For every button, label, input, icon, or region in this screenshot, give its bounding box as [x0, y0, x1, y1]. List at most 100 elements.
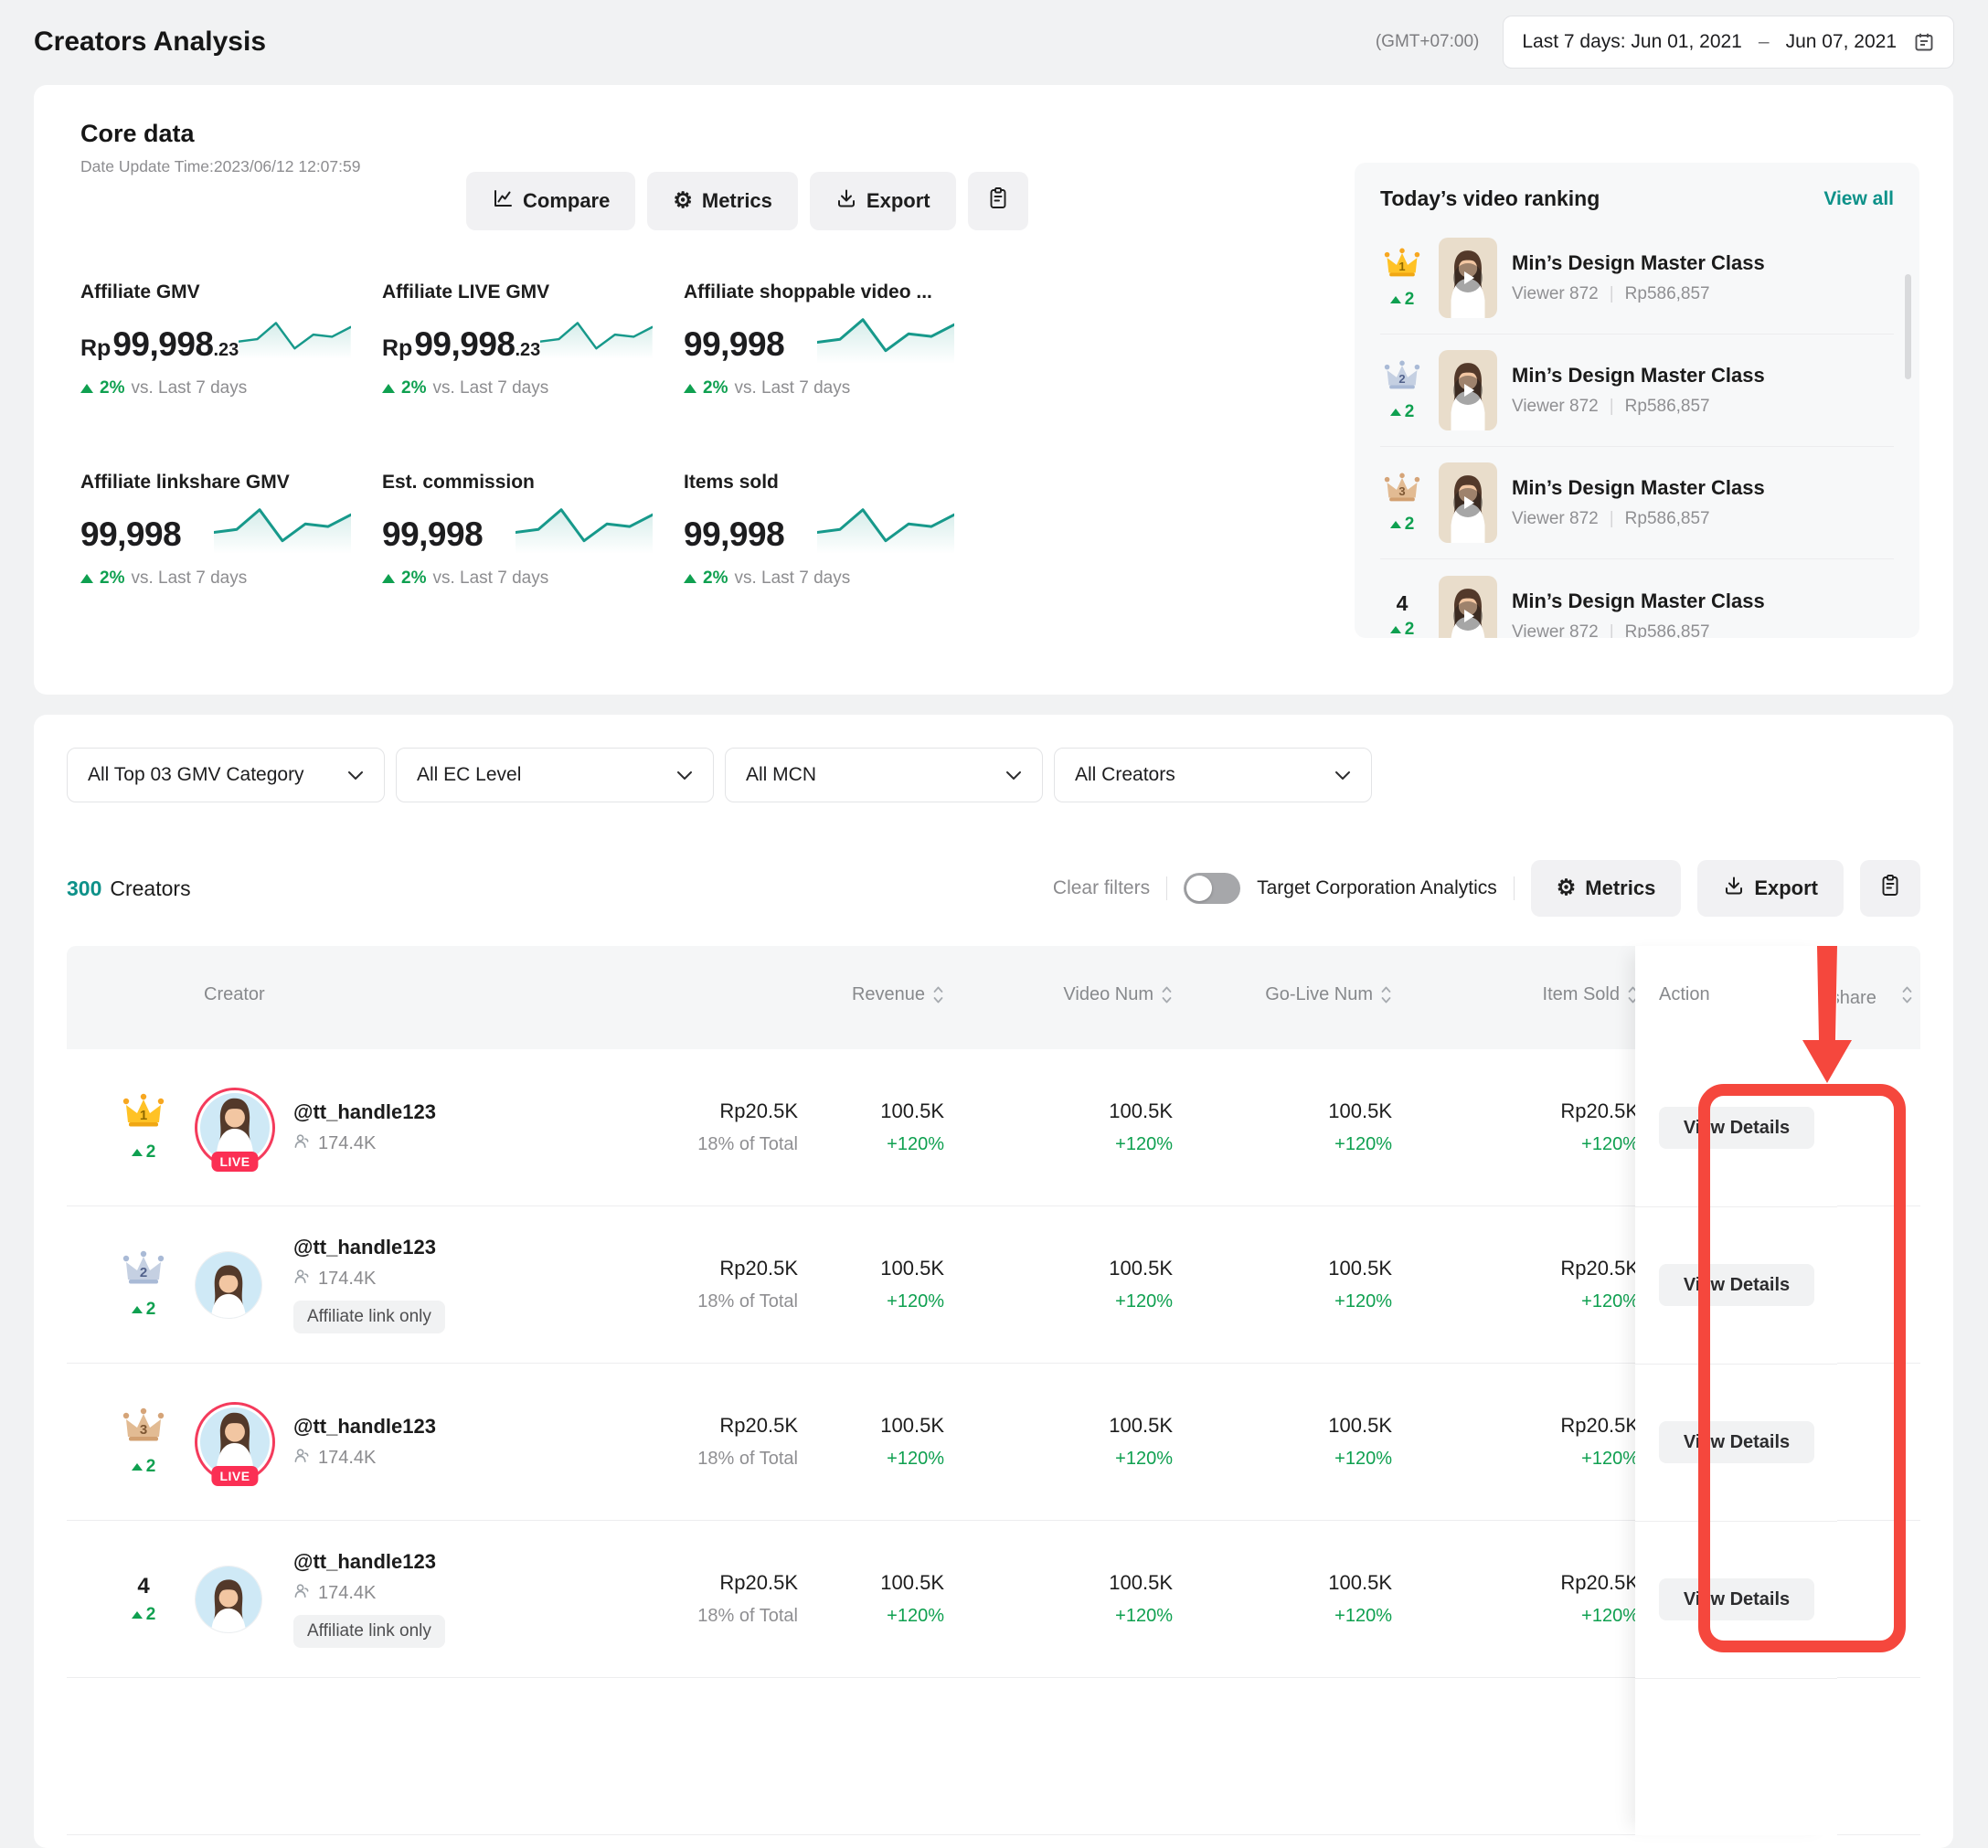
toolbar-right: Clear filters Target Corporation Analyti…	[1053, 860, 1920, 917]
target-analytics-toggle[interactable]	[1184, 873, 1240, 904]
creators-table: Creator Revenue Video Num Go-Live Num It…	[67, 946, 1920, 1835]
calendar-icon	[1913, 31, 1935, 53]
metric-tile: Affiliate GMV Rp99,998.23 2% vs. Last 7 …	[80, 281, 382, 398]
video-thumbnail[interactable]	[1439, 238, 1497, 318]
compare-icon	[492, 187, 514, 215]
chevron-down-icon	[1005, 764, 1022, 786]
row-creator-info: @tt_handle123 174.4K Affiliate link only	[293, 1236, 568, 1333]
column-header-item-sold[interactable]: Item Sold	[1399, 946, 1646, 1011]
creator-avatar-live[interactable]: LIVE	[195, 1088, 275, 1168]
column-header-golive-num[interactable]: Go-Live Num	[1180, 946, 1399, 1011]
ranking-item-info: Min’s Design Master Class Viewer 872 | R…	[1512, 364, 1765, 417]
metric-value: 99,998	[684, 325, 784, 364]
trend-up-icon	[1390, 521, 1401, 528]
table-metrics-button[interactable]: ⚙ Metrics	[1531, 860, 1682, 917]
divider	[1166, 876, 1167, 900]
date-range-end: Jun 07, 2021	[1786, 31, 1897, 53]
metric-delta-pct: 2%	[100, 568, 124, 589]
page-title: Creators Analysis	[34, 27, 266, 58]
metric-delta-suffix: vs. Last 7 days	[432, 568, 548, 589]
view-details-button[interactable]: View Details	[1659, 1421, 1814, 1463]
play-icon[interactable]	[1439, 238, 1497, 318]
gear-icon: ⚙	[1557, 877, 1577, 899]
table-copy-button[interactable]	[1860, 860, 1920, 917]
chevron-down-icon	[676, 764, 693, 786]
column-header-revenue[interactable]: Revenue	[805, 946, 951, 1011]
metrics-button[interactable]: ⚙ Metrics	[647, 172, 798, 230]
cell-video-num: 100.5K +120%	[805, 1414, 951, 1470]
filter-dropdown[interactable]: All EC Level	[396, 748, 714, 802]
target-analytics-label: Target Corporation Analytics	[1257, 877, 1497, 899]
view-details-button[interactable]: View Details	[1659, 1107, 1814, 1149]
sparkline-chart	[214, 503, 351, 554]
metric-delta-pct: 2%	[100, 378, 124, 398]
cell-golive-num: 100.5K +120%	[951, 1099, 1180, 1155]
video-thumbnail[interactable]	[1439, 350, 1497, 430]
trend-up-icon	[80, 574, 93, 583]
metric-value-row: 99,998	[684, 311, 954, 364]
ranking-scrollbar[interactable]	[1905, 274, 1911, 379]
cell-item-sold: 100.5K +120%	[1180, 1571, 1399, 1627]
download-icon	[835, 187, 857, 215]
creator-handle: @tt_handle123	[293, 1415, 568, 1439]
video-thumbnail[interactable]	[1439, 462, 1497, 543]
metric-tile: Items sold 99,998 2% vs. Last 7 days	[684, 472, 985, 589]
view-all-link[interactable]: View all	[1823, 188, 1894, 210]
header-spacer	[67, 1041, 195, 1079]
metric-value: 99,998	[684, 515, 784, 554]
video-ranking-panel: Today’s video ranking View all 1 2 Min’s…	[1355, 163, 1919, 638]
rank-delta: 2	[132, 1300, 156, 1320]
metric-tile: Affiliate linkshare GMV 99,998 2% vs. La…	[80, 472, 382, 589]
play-icon[interactable]	[1439, 350, 1497, 430]
video-thumbnail[interactable]	[1439, 576, 1497, 639]
export-button[interactable]: Export	[810, 172, 956, 230]
filter-dropdown[interactable]: All Creators	[1054, 748, 1372, 802]
cell-item-sold: 100.5K +120%	[1180, 1099, 1399, 1155]
metric-delta-suffix: vs. Last 7 days	[131, 568, 247, 589]
filters-row: All Top 03 GMV Category All EC Level All…	[67, 748, 1372, 802]
cell-revenue: Rp20.5K 18% of Total	[568, 1571, 805, 1627]
video-stats: Viewer 872 | Rp586,857	[1512, 397, 1765, 417]
row-creator-info: @tt_handle123 174.4K	[293, 1415, 568, 1470]
creator-handle: @tt_handle123	[293, 1236, 568, 1259]
metric-delta: 2% vs. Last 7 days	[80, 568, 351, 589]
metric-value: 99,998	[382, 515, 483, 554]
creator-avatar-live[interactable]: LIVE	[195, 1402, 275, 1482]
compare-button[interactable]: Compare	[466, 172, 635, 230]
creator-avatar[interactable]	[195, 1251, 262, 1319]
creator-avatar[interactable]	[195, 1566, 262, 1633]
filter-dropdown[interactable]: All MCN	[725, 748, 1043, 802]
chevron-down-icon	[1334, 764, 1351, 786]
metric-delta: 2% vs. Last 7 days	[684, 378, 954, 398]
view-details-button[interactable]: View Details	[1659, 1264, 1814, 1306]
metrics-label: Metrics	[702, 189, 772, 213]
metric-label: Affiliate GMV	[80, 281, 351, 303]
metric-delta-pct: 2%	[703, 568, 728, 589]
svg-text:2: 2	[140, 1265, 147, 1280]
date-range-picker[interactable]: Last 7 days: Jun 01, 2021 – Jun 07, 2021	[1503, 16, 1954, 69]
view-details-button[interactable]: View Details	[1659, 1578, 1814, 1620]
cell-revenue: Rp20.5K 18% of Total	[568, 1099, 805, 1155]
copy-button[interactable]	[968, 172, 1028, 230]
trend-up-icon	[382, 384, 395, 393]
metric-label: Est. commission	[382, 472, 653, 494]
ranking-item: 4 2 Min’s Design Master Class Viewer 872…	[1380, 559, 1894, 638]
cell-video-num: 100.5K +120%	[805, 1571, 951, 1627]
creators-table-card: All Top 03 GMV Category All EC Level All…	[34, 715, 1953, 1848]
creator-followers: 174.4K	[293, 1582, 568, 1605]
filter-dropdown[interactable]: All Top 03 GMV Category	[67, 748, 385, 802]
table-export-button[interactable]: Export	[1697, 860, 1844, 917]
core-head: Core data Date Update Time:2023/06/12 12…	[80, 120, 360, 176]
row-avatar-cell: LIVE	[195, 1088, 293, 1168]
action-column: Action View DetailsView DetailsView Deta…	[1635, 946, 1837, 1835]
row-creator-info: @tt_handle123 174.4K	[293, 1100, 568, 1155]
clear-filters-link[interactable]: Clear filters	[1053, 877, 1150, 899]
rank-delta: 2	[132, 1457, 156, 1477]
column-header-video-num[interactable]: Video Num	[951, 946, 1180, 1011]
play-icon[interactable]	[1439, 576, 1497, 639]
divider: |	[1610, 397, 1614, 417]
live-badge: LIVE	[211, 1152, 258, 1172]
creators-count-label: Creators	[110, 876, 190, 901]
play-icon[interactable]	[1439, 462, 1497, 543]
clipboard-icon	[1879, 874, 1901, 903]
